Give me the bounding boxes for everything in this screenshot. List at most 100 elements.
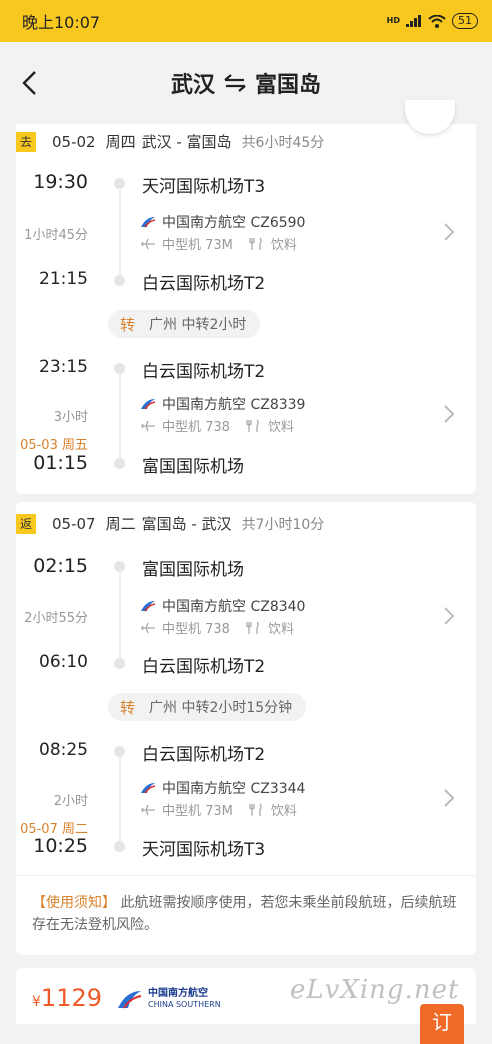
arrival-airport: 富国国际机场 [142, 457, 244, 477]
timeline [119, 190, 121, 280]
outbound-total-duration: 共6小时45分 [241, 134, 325, 151]
timeline [119, 572, 121, 662]
departure-time: 19:30 [33, 171, 88, 193]
timeline [119, 757, 121, 851]
divider [16, 875, 476, 876]
timeline-dot [114, 561, 125, 572]
arrival-date: 05-03 周五 [20, 438, 88, 453]
return-total-duration: 共7小时10分 [241, 516, 325, 533]
leg-duration: 1小时45分 [24, 228, 88, 243]
timeline [119, 374, 121, 468]
flight-info[interactable]: 中国南方航空 CZ8340 [140, 596, 305, 616]
flight-details: 中型机 738 饮料 [140, 416, 294, 435]
transfer-tag: 转 [120, 698, 136, 717]
watermark: eLvXing.net [290, 975, 460, 1005]
usage-notice: 【使用须知】 此航班需按顺序使用，若您未乘坐前段航班，后续航班存在无法登机风险。 [32, 892, 464, 936]
flight-details: 中型机 73M 饮料 [140, 800, 297, 819]
utensils-icon [249, 237, 262, 250]
utensils-icon [246, 621, 259, 634]
flight-number: 中国南方航空 CZ8339 [162, 397, 306, 413]
china-southern-logo-icon [141, 399, 156, 410]
timeline-dot [114, 658, 125, 669]
china-southern-logo-icon [141, 601, 156, 612]
page-title: 武汉 富国岛 [171, 67, 321, 99]
chevron-left-icon [22, 71, 36, 95]
flight-info[interactable]: 中国南方航空 CZ3344 [140, 778, 305, 798]
utensils-icon [246, 419, 259, 432]
arrival-time: 21:15 [39, 269, 88, 289]
transfer-text: 广州 中转2小时 [149, 317, 247, 333]
timeline-dot [114, 275, 125, 286]
transfer-badge: 转 广州 中转2小时15分钟 [108, 693, 307, 721]
flight-number: 中国南方航空 CZ6590 [162, 215, 306, 231]
utensils-icon [249, 803, 262, 816]
meal-info: 饮料 [267, 622, 294, 637]
plane-icon [141, 622, 155, 633]
hd-label: HD [386, 16, 400, 25]
plane-icon [141, 238, 155, 249]
china-southern-logo-icon [118, 991, 142, 1009]
outbound-route: 武汉 - 富国岛 [141, 133, 232, 151]
status-bar: 晚上10:07 HD 51 [0, 0, 492, 42]
return-header: 返 05-07 周二 富国岛 - 武汉 共7小时10分 [16, 513, 324, 534]
price: ¥ 1129 [32, 984, 102, 1012]
back-button[interactable] [14, 68, 44, 98]
plane-icon [141, 420, 155, 431]
china-southern-logo-icon [141, 217, 156, 228]
return-weekday: 周二 [105, 515, 136, 533]
departure-time: 02:15 [33, 555, 88, 577]
return-card: 返 05-07 周二 富国岛 - 武汉 共7小时10分 02:15 富国国际机场… [16, 502, 476, 955]
outbound-card: 去 05-02 周四 武汉 - 富国岛 共6小时45分 19:30 天河国际机场… [16, 124, 476, 494]
arrival-time: 06:10 [39, 652, 88, 672]
wifi-icon [428, 14, 446, 28]
aircraft-type: 中型机 73M [162, 804, 233, 819]
currency-symbol: ¥ [32, 994, 41, 1010]
return-tag: 返 [16, 513, 36, 534]
flight-number: 中国南方航空 CZ8340 [162, 599, 306, 615]
outbound-tag: 去 [16, 131, 36, 152]
arrival-time: 01:15 [33, 452, 88, 474]
timeline-dot [114, 458, 125, 469]
signal-icon [406, 15, 421, 27]
arrival-airport: 天河国际机场T3 [142, 840, 266, 860]
airline-logo: 中国南方航空 CHINA SOUTHERN [116, 988, 221, 1010]
chevron-right-icon[interactable] [442, 788, 456, 808]
timeline-dot [114, 178, 125, 189]
title-destination: 富国岛 [255, 73, 322, 98]
arrival-time: 10:25 [33, 835, 88, 857]
title-origin: 武汉 [170, 73, 215, 98]
transfer-badge: 转 广州 中转2小时 [108, 310, 261, 338]
flight-details: 中型机 738 饮料 [140, 618, 294, 637]
leg-duration: 3小时 [53, 410, 88, 425]
outbound-weekday: 周四 [105, 133, 136, 151]
aircraft-type: 中型机 738 [162, 622, 230, 637]
flight-info[interactable]: 中国南方航空 CZ6590 [140, 212, 305, 232]
notice-label: 【使用须知】 [32, 895, 116, 911]
airline-logo-cn: 中国南方航空 [148, 988, 208, 999]
chevron-right-icon[interactable] [442, 404, 456, 424]
timeline-dot [114, 363, 125, 374]
arrival-airport: 白云国际机场T2 [142, 657, 266, 677]
departure-airport: 白云国际机场T2 [142, 745, 266, 765]
aircraft-type: 中型机 73M [162, 238, 233, 253]
chevron-right-icon[interactable] [442, 222, 456, 242]
book-button[interactable]: 订 [420, 1004, 464, 1044]
transfer-tag: 转 [120, 315, 136, 334]
flight-info[interactable]: 中国南方航空 CZ8339 [140, 394, 305, 414]
plane-icon [141, 804, 155, 815]
meal-info: 饮料 [270, 804, 297, 819]
leg-duration: 2小时55分 [24, 611, 88, 626]
aircraft-type: 中型机 738 [162, 420, 230, 435]
meal-info: 饮料 [270, 238, 297, 253]
status-time: 晚上10:07 [22, 13, 101, 32]
arrival-airport: 白云国际机场T2 [142, 274, 266, 294]
meal-info: 饮料 [267, 420, 294, 435]
return-date: 05-07 [52, 514, 96, 533]
chevron-right-icon[interactable] [442, 606, 456, 626]
china-southern-logo-icon [141, 783, 156, 794]
departure-airport: 天河国际机场T3 [142, 177, 266, 197]
swap-arrows-icon [224, 74, 246, 92]
timeline-dot [114, 841, 125, 852]
transfer-text: 广州 中转2小时15分钟 [149, 700, 293, 716]
status-icons: HD 51 [387, 13, 478, 29]
